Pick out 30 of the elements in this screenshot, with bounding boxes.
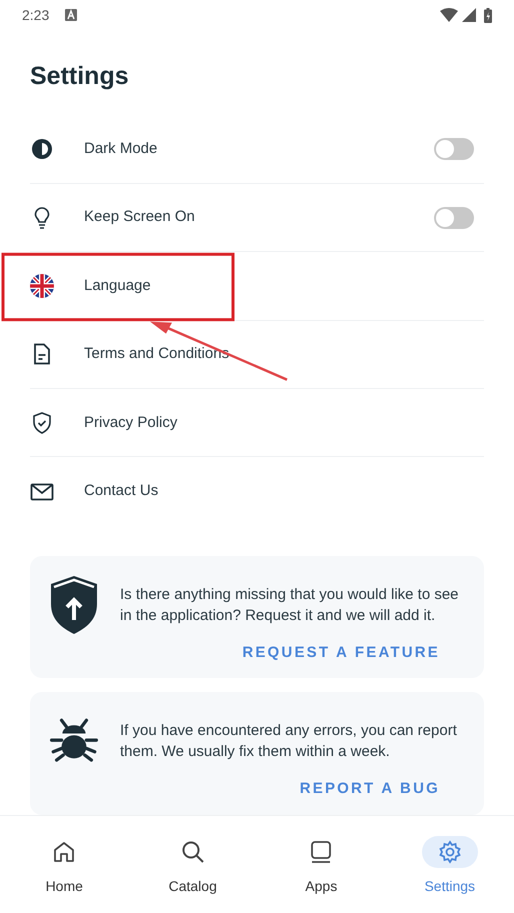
status-time: 2:23	[22, 6, 50, 24]
nav-tab[interactable]: Catalog	[128, 816, 257, 913]
search-icon	[180, 840, 205, 864]
setting-label[interactable]: Terms and Conditions	[84, 343, 484, 366]
setting-label[interactable]: Dark Mode	[84, 138, 434, 160]
setting-label[interactable]: Contact Us	[84, 480, 484, 503]
card-action-button[interactable]: REPORT A BUG	[300, 778, 440, 801]
settings-icon	[438, 840, 462, 864]
nav-tab[interactable]: Settings	[386, 816, 514, 913]
setting-label[interactable]: Language	[84, 274, 484, 298]
home-icon	[52, 840, 76, 864]
notification-icon	[65, 9, 78, 21]
setting-label[interactable]: Keep Screen On	[84, 206, 434, 229]
apps-icon	[309, 840, 334, 864]
flag-icon	[30, 274, 54, 298]
card-text: Is there anything missing that you would like to see in the application? Request it and we will add it.	[120, 584, 460, 626]
card-action-button[interactable]: REQUEST A FEATURE	[242, 642, 440, 664]
nav-tab[interactable]: Apps	[257, 816, 386, 913]
toggle-switch[interactable]	[434, 138, 474, 160]
shield-arrow-icon	[50, 576, 98, 634]
contrast-icon	[30, 137, 54, 162]
card-text: If you have encountered any errors, you can report them. We usually fix them within a week.	[120, 721, 458, 762]
wifi-icon	[440, 8, 458, 22]
nav-tab[interactable]: Home	[0, 816, 128, 913]
signal-icon	[462, 8, 476, 22]
page-title: Settings	[30, 61, 130, 92]
toggle-switch[interactable]	[434, 206, 474, 229]
shield-check-icon	[30, 410, 54, 435]
battery-icon	[484, 8, 492, 22]
setting-label[interactable]: Privacy Policy	[84, 412, 484, 434]
